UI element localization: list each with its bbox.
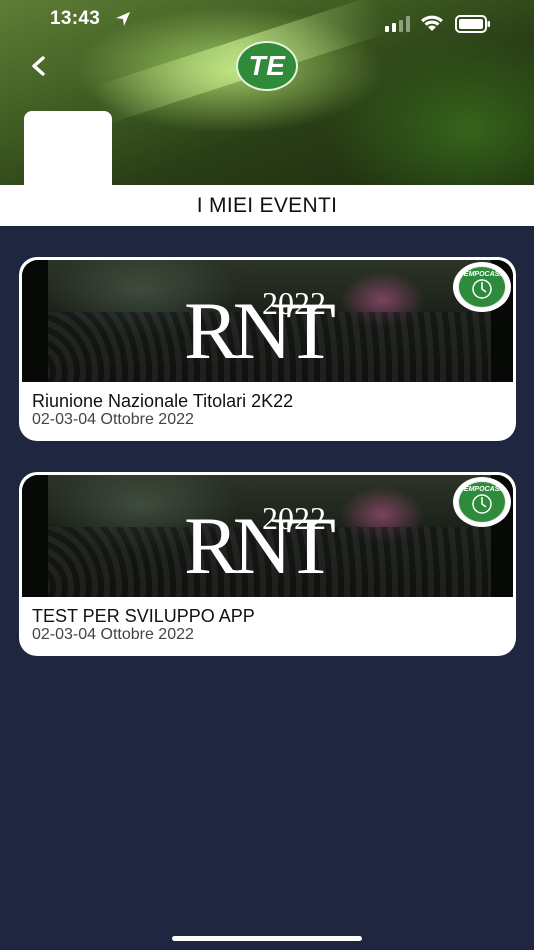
tempocasa-clock-icon: TEMPOCASA xyxy=(458,266,506,308)
rnt-year: 2022 xyxy=(262,285,326,321)
avatar xyxy=(24,111,112,185)
location-arrow-icon xyxy=(116,12,130,26)
signal-icon xyxy=(385,16,410,32)
app-logo-text: TE xyxy=(248,50,286,81)
tempocasa-badge: TEMPOCASA xyxy=(453,477,511,527)
badge-text: TEMPOCASA xyxy=(459,486,505,493)
home-indicator[interactable] xyxy=(172,936,362,941)
event-title: Riunione Nazionale Titolari 2K22 xyxy=(32,391,294,411)
app-logo: TE xyxy=(236,41,298,91)
rnt-year: 2022 xyxy=(262,500,326,536)
header-banner: 13:43 TE xyxy=(0,0,534,185)
event-image: RNT 2022 TEMPOCASA xyxy=(22,475,513,597)
status-time: 13:43 xyxy=(50,8,101,29)
chevron-left-icon xyxy=(32,56,45,76)
wifi-icon xyxy=(421,15,443,31)
back-button[interactable] xyxy=(24,52,54,82)
event-date: 02-03-04 Ottobre 2022 xyxy=(32,626,194,643)
event-date: 02-03-04 Ottobre 2022 xyxy=(32,411,194,428)
badge-text: TEMPOCASA xyxy=(459,271,505,278)
event-card[interactable]: RNT 2022 TEMPOCASA TEST PER SVILUPPO APP… xyxy=(19,472,516,656)
tempocasa-badge: TEMPOCASA xyxy=(453,262,511,312)
event-image: RNT 2022 TEMPOCASA xyxy=(22,260,513,382)
event-title: TEST PER SVILUPPO APP xyxy=(32,606,255,626)
battery-icon xyxy=(455,15,490,33)
section-header: I MIEI EVENTI xyxy=(0,185,534,226)
event-card[interactable]: RNT 2022 TEMPOCASA Riunione Nazionale Ti… xyxy=(19,257,516,441)
tempocasa-clock-icon: TEMPOCASA xyxy=(458,481,506,523)
section-title: I MIEI EVENTI xyxy=(196,193,338,217)
status-bar: 13:43 xyxy=(0,0,534,40)
